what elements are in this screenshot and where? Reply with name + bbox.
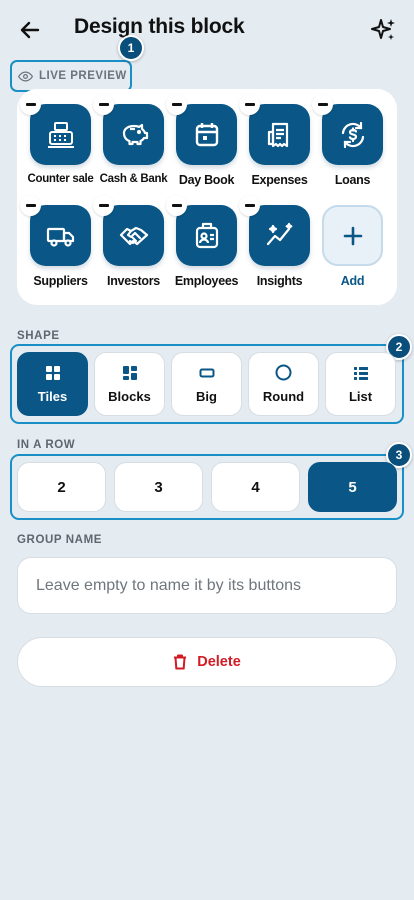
list-icon: [353, 366, 368, 380]
row-option-3[interactable]: 3: [114, 462, 203, 512]
tile-expenses[interactable]: Expenses: [239, 94, 316, 187]
back-button[interactable]: [16, 16, 44, 44]
remove-minus-icon[interactable]: [93, 94, 114, 115]
tile-label: Investors: [107, 274, 160, 288]
shape-option-label: List: [348, 388, 373, 404]
remove-minus-icon[interactable]: [166, 195, 187, 216]
preview-card: Counter sale Cash & Bank Day Book Expens…: [17, 89, 397, 305]
blocks-icon: [122, 365, 137, 380]
in-a-row-section-label: IN A ROW: [17, 439, 76, 451]
remove-minus-icon[interactable]: [20, 94, 41, 115]
sparkles-icon: [371, 19, 395, 40]
tile-label: Insights: [256, 274, 303, 288]
tile-label: Loans: [334, 173, 371, 187]
tile-suppliers[interactable]: Suppliers: [20, 195, 97, 288]
tile-loans[interactable]: Loans: [312, 94, 389, 187]
circle-icon: [275, 364, 292, 381]
sparkline-icon: [266, 222, 292, 245]
step-badge-1: 1: [118, 35, 144, 61]
tiles-icon: [45, 365, 60, 380]
shape-option-big[interactable]: Big: [171, 352, 242, 416]
tile-add[interactable]: Add: [316, 205, 389, 288]
dollar-sync-icon: [341, 121, 364, 148]
tile-label: Cash & Bank: [99, 173, 168, 185]
row-option-5[interactable]: 5: [308, 462, 397, 512]
tile-insights[interactable]: Insights: [239, 195, 316, 288]
eye-icon: [18, 70, 33, 82]
delete-button[interactable]: Delete: [17, 637, 397, 687]
trash-icon: [174, 654, 187, 670]
tile-label: Expenses: [251, 173, 308, 187]
calendar-icon: [195, 122, 218, 146]
tile-investors[interactable]: Investors: [93, 195, 170, 288]
remove-minus-icon[interactable]: [20, 195, 41, 216]
piggy-bank-icon: [122, 123, 148, 145]
shape-option-label: Round: [262, 389, 305, 404]
delete-label: Delete: [197, 654, 241, 670]
live-preview-tag: LIVE PREVIEW: [10, 60, 132, 92]
shape-option-round[interactable]: Round: [248, 352, 319, 416]
tile-label: Counter sale: [27, 173, 94, 185]
handshake-icon: [119, 226, 148, 245]
tile-label: Day Book: [178, 173, 235, 187]
tile-label: Employees: [174, 274, 239, 288]
shape-option-list[interactable]: List: [325, 352, 396, 416]
cash-register-icon: [47, 121, 74, 148]
tile-label: Add: [340, 274, 365, 288]
page-title: Design this block: [74, 15, 245, 38]
row-option-4[interactable]: 4: [211, 462, 300, 512]
tile-counter-sale[interactable]: Counter sale: [20, 94, 97, 185]
tile-cash-bank[interactable]: Cash & Bank: [93, 94, 170, 185]
shape-option-label: Big: [196, 388, 217, 404]
header: Design this block: [0, 0, 414, 60]
group-name-section-label: GROUP NAME: [17, 534, 103, 546]
tile-day-book[interactable]: Day Book: [166, 94, 243, 187]
remove-minus-icon[interactable]: [93, 195, 114, 216]
id-badge-icon: [195, 222, 218, 248]
truck-icon: [46, 227, 74, 247]
remove-minus-icon[interactable]: [166, 94, 187, 115]
shape-option-blocks[interactable]: Blocks: [94, 352, 165, 416]
shape-option-tiles[interactable]: Tiles: [17, 352, 88, 416]
remove-minus-icon[interactable]: [239, 195, 260, 216]
remove-minus-icon[interactable]: [312, 94, 333, 115]
row-option-2[interactable]: 2: [17, 462, 106, 512]
live-preview-label: LIVE PREVIEW: [39, 70, 127, 82]
shape-option-label: Blocks: [108, 388, 151, 404]
shape-section-label: SHAPE: [17, 330, 60, 342]
tile-label: Suppliers: [33, 274, 88, 288]
plus-icon: [343, 226, 362, 245]
ai-assist-button[interactable]: [370, 16, 398, 44]
receipt-icon: [267, 122, 288, 147]
remove-minus-icon[interactable]: [239, 94, 260, 115]
big-icon: [199, 368, 214, 377]
tile-employees[interactable]: Employees: [166, 195, 243, 288]
group-name-input[interactable]: [17, 557, 397, 614]
shape-option-label: Tiles: [37, 388, 68, 404]
arrow-left-icon: [20, 21, 40, 39]
